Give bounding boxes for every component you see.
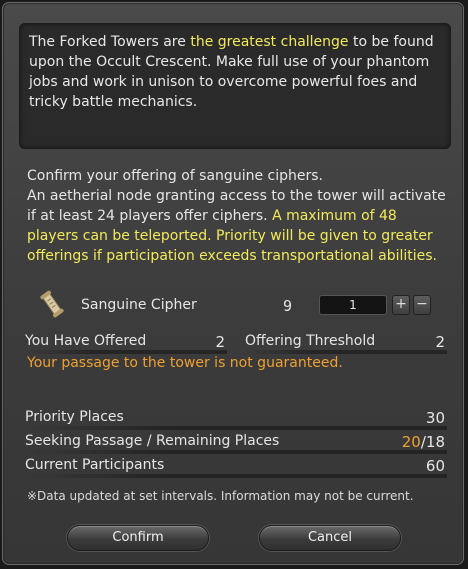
current-participants-label: Current Participants <box>25 457 165 473</box>
cancel-button[interactable]: Cancel <box>259 525 401 551</box>
offering-threshold-row: Offering Threshold 2 <box>245 333 447 355</box>
quantity-input[interactable]: 1 <box>319 295 387 315</box>
priority-places-value: 30 <box>425 409 445 427</box>
offering-threshold-value: 2 <box>435 333 445 351</box>
remaining-places-value: 18 <box>425 433 445 451</box>
confirm-message: Confirm your offering of sanguine cipher… <box>27 166 447 266</box>
you-have-offered-value: 2 <box>215 333 225 351</box>
data-update-note: ※Data updated at set intervals. Informat… <box>27 489 414 503</box>
priority-places-row: Priority Places 30 <box>25 409 447 431</box>
item-owned-count: 9 <box>283 297 293 315</box>
decrement-button[interactable]: − <box>413 295 431 315</box>
seeking-passage-label: Seeking Passage / Remaining Places <box>25 433 280 449</box>
cipher-item-row: Sanguine Cipher 9 1 + − <box>25 285 445 325</box>
current-participants-value: 60 <box>425 457 445 475</box>
scroll-icon <box>40 290 64 318</box>
confirm-line-1: Confirm your offering of sanguine cipher… <box>27 168 323 184</box>
confirm-button[interactable]: Confirm <box>67 525 209 551</box>
item-name: Sanguine Cipher <box>81 297 197 313</box>
priority-places-label: Priority Places <box>25 409 124 425</box>
offering-threshold-label: Offering Threshold <box>245 333 376 349</box>
current-participants-row: Current Participants 60 <box>25 457 447 479</box>
increment-button[interactable]: + <box>392 295 410 315</box>
you-have-offered-label: You Have Offered <box>25 333 147 349</box>
seeking-passage-row: Seeking Passage / Remaining Places 20/18 <box>25 433 447 455</box>
description-highlight: the greatest challenge <box>190 34 349 50</box>
passage-warning: Your passage to the tower is not guarant… <box>27 355 343 371</box>
you-have-offered-row: You Have Offered 2 <box>25 333 227 355</box>
seeking-passage-value: 20 <box>401 433 421 451</box>
forked-towers-dialog: The Forked Towers are the greatest chall… <box>2 2 464 565</box>
description-box: The Forked Towers are the greatest chall… <box>19 23 451 149</box>
seeking-passage-values: 20/18 <box>402 433 445 451</box>
description-text-1: The Forked Towers are <box>29 34 191 50</box>
